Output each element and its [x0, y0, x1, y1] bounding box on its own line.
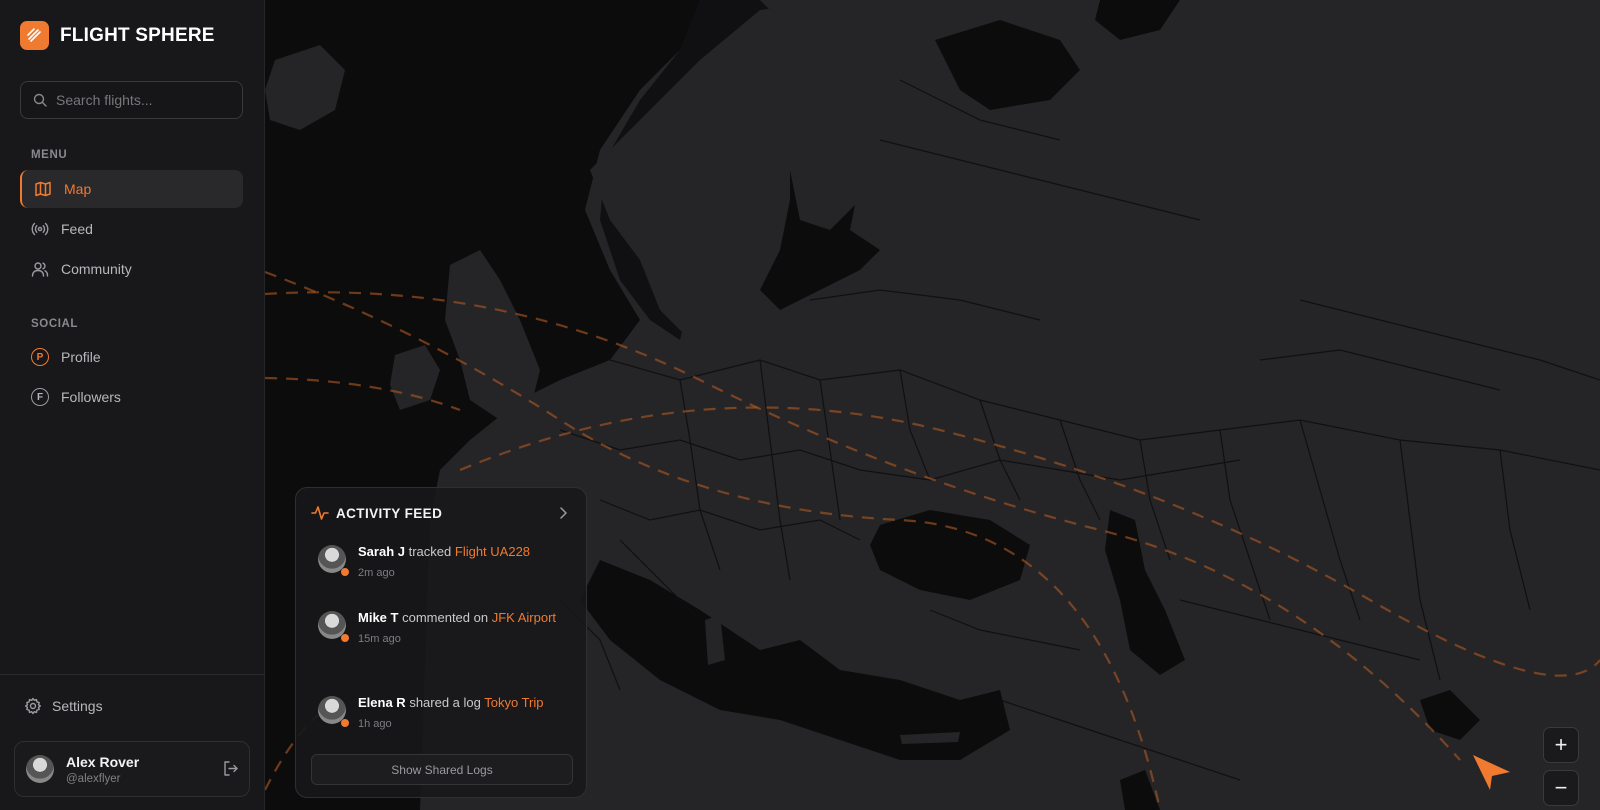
- caspian-sea: [1105, 510, 1185, 675]
- activity-user[interactable]: Sarah J: [358, 544, 405, 559]
- nav-item-feed[interactable]: Feed: [20, 210, 243, 248]
- user-info: Alex Rover @alexflyer: [66, 754, 139, 785]
- logout-icon[interactable]: [222, 760, 239, 782]
- activity-user[interactable]: Elena R: [358, 695, 406, 710]
- zoom-out-button[interactable]: −: [1543, 770, 1579, 806]
- user-card[interactable]: Alex Rover @alexflyer: [14, 741, 250, 797]
- search-box[interactable]: [20, 81, 243, 119]
- sidebar: FLIGHT SPHERE MENU Map: [0, 0, 265, 810]
- aircraft-marker: [1473, 755, 1510, 790]
- nav-label-feed: Feed: [61, 221, 93, 237]
- gear-icon: [25, 697, 41, 715]
- red-sea: [1120, 770, 1160, 810]
- map-icon: [34, 180, 52, 198]
- sidebar-divider: [0, 674, 265, 675]
- nav-item-map[interactable]: Map: [20, 170, 243, 208]
- activity-target-link[interactable]: Tokyo Trip: [484, 695, 543, 710]
- users-icon: [31, 260, 49, 278]
- nav-label-followers: Followers: [61, 389, 121, 405]
- app-root: FLIGHT SPHERE MENU Map: [0, 0, 1600, 810]
- persian-gulf: [1420, 690, 1480, 740]
- avatar[interactable]: [26, 755, 54, 783]
- nav-label-profile: Profile: [61, 349, 101, 365]
- black-sea: [870, 510, 1030, 600]
- settings-link[interactable]: Settings: [24, 697, 103, 715]
- activity-time: 1h ago: [358, 718, 392, 730]
- user-handle: @alexflyer: [66, 772, 121, 785]
- broadcast-icon: [31, 220, 49, 238]
- status-dot: [341, 634, 349, 642]
- activity-time: 15m ago: [358, 633, 401, 645]
- show-shared-logs-button[interactable]: Show Shared Logs: [311, 754, 573, 785]
- activity-action: tracked: [408, 544, 452, 559]
- menu-section-label: MENU: [31, 149, 68, 161]
- sardinia: [705, 615, 725, 665]
- nav-item-profile[interactable]: P Profile: [20, 338, 243, 376]
- nav-item-community[interactable]: Community: [20, 250, 243, 288]
- activity-time: 2m ago: [358, 567, 395, 579]
- social-section-label: SOCIAL: [31, 318, 79, 330]
- white-sea: [1095, 0, 1180, 40]
- brand[interactable]: FLIGHT SPHERE: [20, 21, 215, 50]
- profile-letter-icon: P: [31, 348, 49, 366]
- nav-label-community: Community: [61, 261, 132, 277]
- activity-feed-panel: ACTIVITY FEED Sarah J tracked Flight UA2…: [295, 487, 587, 798]
- status-dot: [341, 719, 349, 727]
- activity-user[interactable]: Mike T: [358, 610, 398, 625]
- brand-logo-icon: [20, 21, 49, 50]
- activity-text: Sarah J tracked Flight UA228 2m ago: [358, 543, 568, 582]
- activity-text: Elena R shared a log Tokyo Trip 1h ago: [358, 694, 568, 733]
- followers-letter-icon: F: [31, 388, 49, 406]
- search-input[interactable]: [56, 92, 226, 108]
- activity-header: ACTIVITY FEED: [311, 505, 442, 521]
- chevron-right-icon[interactable]: [557, 506, 569, 525]
- status-dot: [341, 568, 349, 576]
- activity-text: Mike T commented on JFK Airport 15m ago: [358, 609, 568, 648]
- activity-title: ACTIVITY FEED: [336, 505, 443, 521]
- activity-action: shared a log: [409, 695, 481, 710]
- brand-name: FLIGHT SPHERE: [60, 24, 215, 46]
- activity-target-link[interactable]: JFK Airport: [492, 610, 556, 625]
- nav-item-followers[interactable]: F Followers: [20, 378, 243, 416]
- activity-pulse-icon: [311, 506, 329, 520]
- activity-target-link[interactable]: Flight UA228: [455, 544, 530, 559]
- user-name: Alex Rover: [66, 753, 140, 770]
- nav-label-map: Map: [64, 181, 92, 197]
- settings-label: Settings: [52, 698, 103, 714]
- search-icon: [33, 93, 47, 107]
- activity-action: commented on: [402, 610, 489, 625]
- zoom-in-button[interactable]: +: [1543, 727, 1579, 763]
- arctic-inlet: [935, 20, 1080, 110]
